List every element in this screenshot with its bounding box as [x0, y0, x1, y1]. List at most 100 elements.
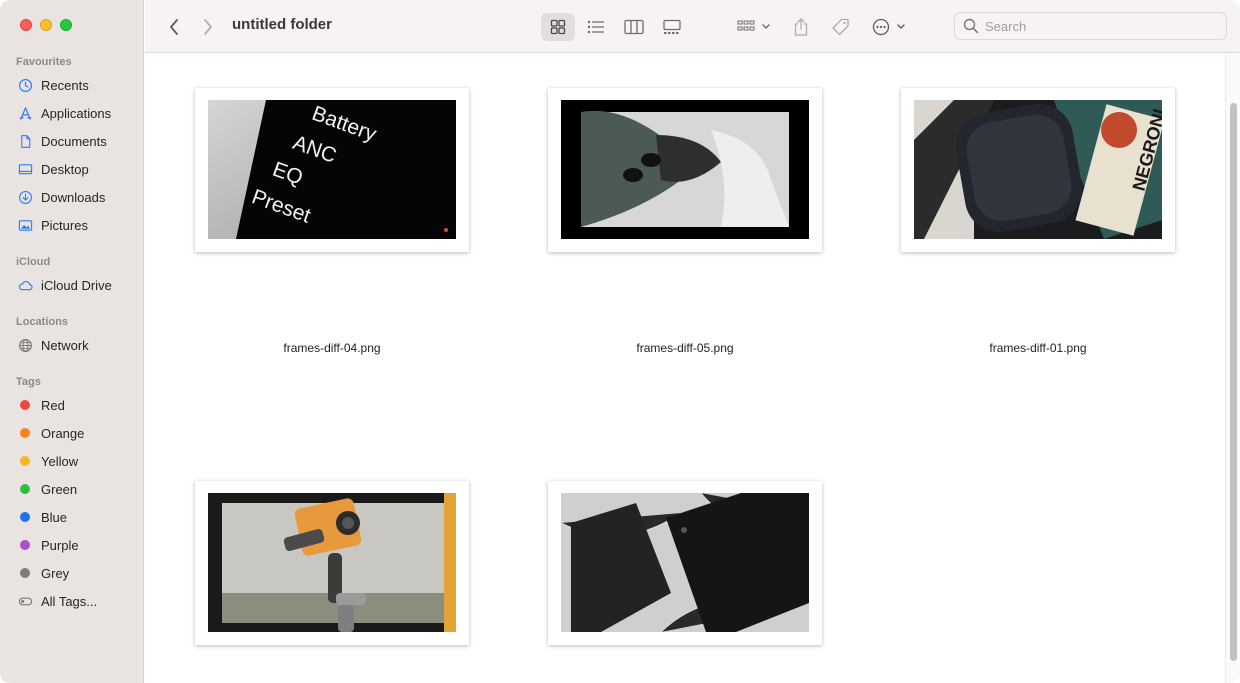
minimize-window-button[interactable]: [40, 19, 52, 31]
column-view-button[interactable]: [619, 13, 649, 41]
sidebar-item-label: Documents: [41, 133, 107, 149]
document-icon: [17, 133, 33, 149]
group-icon: [737, 20, 770, 31]
sidebar-tag-red[interactable]: Red: [17, 394, 65, 416]
tag-color-dot: [20, 540, 30, 550]
sidebar: Favourites Recents Applications Document…: [0, 0, 144, 683]
sidebar-item-network[interactable]: Network: [17, 334, 89, 356]
sidebar-item-label: All Tags...: [41, 593, 98, 609]
close-window-button[interactable]: [20, 19, 32, 31]
thumbnail-image-speaker: NEGRONI: [914, 100, 1162, 239]
sidebar-item-documents[interactable]: Documents: [17, 130, 107, 152]
gallery-icon: [663, 19, 681, 34]
sidebar-item-label: Purple: [41, 537, 79, 553]
sidebar-item-icloud-drive[interactable]: iCloud Drive: [17, 274, 112, 296]
file-name: frames-diff-04.png: [283, 341, 381, 355]
pictures-icon: [17, 217, 33, 233]
sidebar-tag-grey[interactable]: Grey: [17, 562, 69, 584]
desktop-icon: [17, 161, 33, 177]
forward-button[interactable]: [197, 13, 219, 41]
sidebar-section-tags: Tags: [16, 376, 41, 388]
sidebar-item-label: Pictures: [41, 217, 88, 233]
scrollbar-thumb[interactable]: [1230, 103, 1237, 661]
tag-button[interactable]: [828, 13, 854, 41]
sidebar-item-label: Red: [41, 397, 65, 413]
sidebar-item-label: Network: [41, 337, 89, 353]
applications-icon: [17, 105, 33, 121]
sidebar-item-label: Downloads: [41, 189, 106, 205]
sidebar-item-label: Green: [41, 481, 78, 497]
tag-color-dot: [20, 512, 30, 522]
sidebar-item-label: Blue: [41, 509, 68, 525]
download-icon: [17, 189, 33, 205]
sidebar-item-label: iCloud Drive: [41, 277, 112, 293]
share-icon: [794, 18, 808, 36]
file-name: frames-diff-05.png: [636, 341, 734, 355]
window-title: untitled folder: [232, 16, 332, 33]
sidebar-tag-all-tags[interactable]: All Tags...: [17, 590, 97, 612]
sidebar-tag-yellow[interactable]: Yellow: [17, 450, 78, 472]
search-input[interactable]: [985, 18, 1215, 34]
icon-view-button[interactable]: [541, 13, 575, 41]
columns-icon: [624, 19, 644, 35]
tag-color-dot: [20, 428, 30, 438]
chevron-right-icon: [204, 19, 212, 35]
file-thumbnail: NEGRONI: [901, 88, 1175, 252]
share-button[interactable]: [789, 13, 813, 41]
globe-icon: [17, 337, 33, 353]
sidebar-section-locations: Locations: [16, 316, 68, 328]
list-view-button[interactable]: [581, 13, 611, 41]
file-thumbnail: Battery ANC EQ Preset: [195, 88, 469, 252]
sidebar-item-label: Yellow: [41, 453, 79, 469]
back-button[interactable]: [163, 13, 185, 41]
file-item[interactable]: [548, 481, 822, 681]
sidebar-item-label: Grey: [41, 565, 70, 581]
sidebar-tag-purple[interactable]: Purple: [17, 534, 79, 556]
sidebar-item-pictures[interactable]: Pictures: [17, 214, 88, 236]
gallery-view-button[interactable]: [657, 13, 687, 41]
sidebar-item-label: Orange: [41, 425, 85, 441]
sidebar-item-downloads[interactable]: Downloads: [17, 186, 105, 208]
sidebar-item-label: Recents: [41, 77, 89, 93]
sidebar-tag-green[interactable]: Green: [17, 478, 77, 500]
file-thumbnail: [195, 481, 469, 645]
sidebar-section-favourites: Favourites: [16, 56, 72, 68]
tag-icon: [832, 18, 849, 36]
finder-window: Favourites Recents Applications Document…: [0, 0, 1240, 683]
file-item[interactable]: frames-diff-05.png: [548, 88, 822, 368]
grid-icon: [550, 19, 566, 35]
file-thumbnail: [548, 481, 822, 645]
tag-color-dot: [20, 400, 30, 410]
file-item[interactable]: NEGRONI frames-diff-01.png: [901, 88, 1175, 368]
search-icon: [963, 18, 979, 34]
thumbnail-image-audio-settings: Battery ANC EQ Preset: [208, 100, 456, 239]
group-by-button[interactable]: [735, 13, 775, 41]
more-actions-icon: [872, 18, 905, 36]
sidebar-tag-blue[interactable]: Blue: [17, 506, 67, 528]
file-item[interactable]: Battery ANC EQ Preset frames-diff-04.png: [195, 88, 469, 368]
sidebar-item-recents[interactable]: Recents: [17, 74, 89, 96]
sidebar-item-desktop[interactable]: Desktop: [17, 158, 89, 180]
sidebar-tag-orange[interactable]: Orange: [17, 422, 84, 444]
list-icon: [587, 20, 604, 34]
file-name: frames-diff-01.png: [989, 341, 1087, 355]
tag-color-dot: [20, 484, 30, 494]
file-thumbnail: [548, 88, 822, 252]
chevron-left-icon: [170, 19, 178, 35]
tag-color-dot: [20, 568, 30, 578]
action-menu-button[interactable]: [871, 13, 909, 41]
zoom-window-button[interactable]: [60, 19, 72, 31]
sidebar-section-icloud: iCloud: [16, 256, 51, 268]
sidebar-item-applications[interactable]: Applications: [17, 102, 111, 124]
search-field[interactable]: [954, 12, 1227, 40]
clock-icon: [17, 77, 33, 93]
vertical-scrollbar[interactable]: [1225, 53, 1240, 683]
thumbnail-image-earbuds-case: [561, 100, 809, 239]
file-item[interactable]: [195, 481, 469, 681]
sidebar-item-label: Desktop: [41, 161, 89, 177]
tag-color-dot: [20, 456, 30, 466]
window-controls: [20, 19, 72, 31]
thumbnail-image-notebooks: [561, 493, 809, 632]
toolbar: untitled folder: [145, 0, 1240, 53]
cloud-icon: [17, 277, 33, 293]
